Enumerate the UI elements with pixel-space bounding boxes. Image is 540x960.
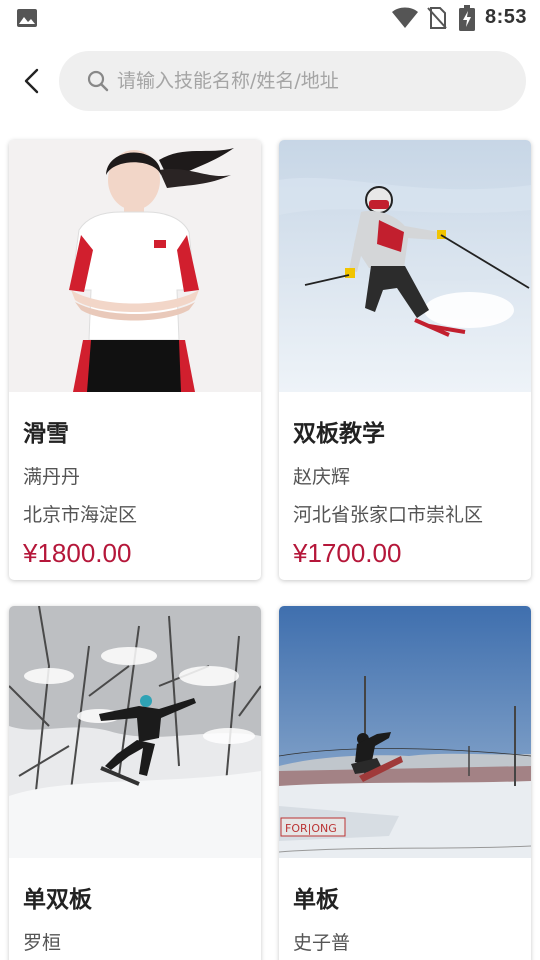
instructor-card[interactable]: 滑雪 满丹丹 北京市海淀区 ¥1800.00 xyxy=(9,140,261,580)
card-price: ¥1800.00 xyxy=(23,538,132,568)
card-title: 双板教学 xyxy=(293,421,385,447)
svg-text:FOR|ONG: FOR|ONG xyxy=(285,822,337,835)
skier-on-slope-image xyxy=(279,140,531,392)
header xyxy=(0,50,540,112)
card-instructor-name: 罗桓 xyxy=(23,932,62,954)
image-icon xyxy=(17,9,37,27)
card-address: 北京市海淀区 xyxy=(23,504,138,526)
card-title: 滑雪 xyxy=(23,421,69,447)
card-price: ¥1700.00 xyxy=(293,538,402,568)
card-title: 单双板 xyxy=(23,887,92,913)
card-address: 河北省张家口市崇礼区 xyxy=(293,504,484,526)
status-bar: 8:53 xyxy=(0,0,540,36)
instructor-card[interactable]: 单双板 罗桓 xyxy=(9,606,261,960)
back-button[interactable] xyxy=(16,62,50,100)
snowboarder-in-forest-image xyxy=(9,606,261,858)
card-instructor-name: 赵庆辉 xyxy=(293,466,351,488)
status-time: 8:53 xyxy=(485,6,528,28)
search-box[interactable] xyxy=(59,51,526,111)
chevron-left-icon xyxy=(24,68,39,94)
instructor-card[interactable]: 双板教学 赵庆辉 河北省张家口市崇礼区 ¥1700.00 xyxy=(279,140,531,580)
no-sim-icon xyxy=(427,7,447,29)
card-instructor-name: 满丹丹 xyxy=(23,466,81,488)
instructor-portrait-image xyxy=(9,140,261,392)
wifi-icon xyxy=(392,7,418,28)
battery-charging-icon xyxy=(459,5,475,31)
snowboard-jump-park-image: FOR|ONG xyxy=(279,606,531,858)
search-input[interactable] xyxy=(117,51,507,111)
search-icon xyxy=(87,70,109,92)
card-title: 单板 xyxy=(293,887,339,913)
card-instructor-name: 史子普 xyxy=(293,932,351,954)
instructor-card[interactable]: FOR|ONG 单板 史子普 xyxy=(279,606,531,960)
